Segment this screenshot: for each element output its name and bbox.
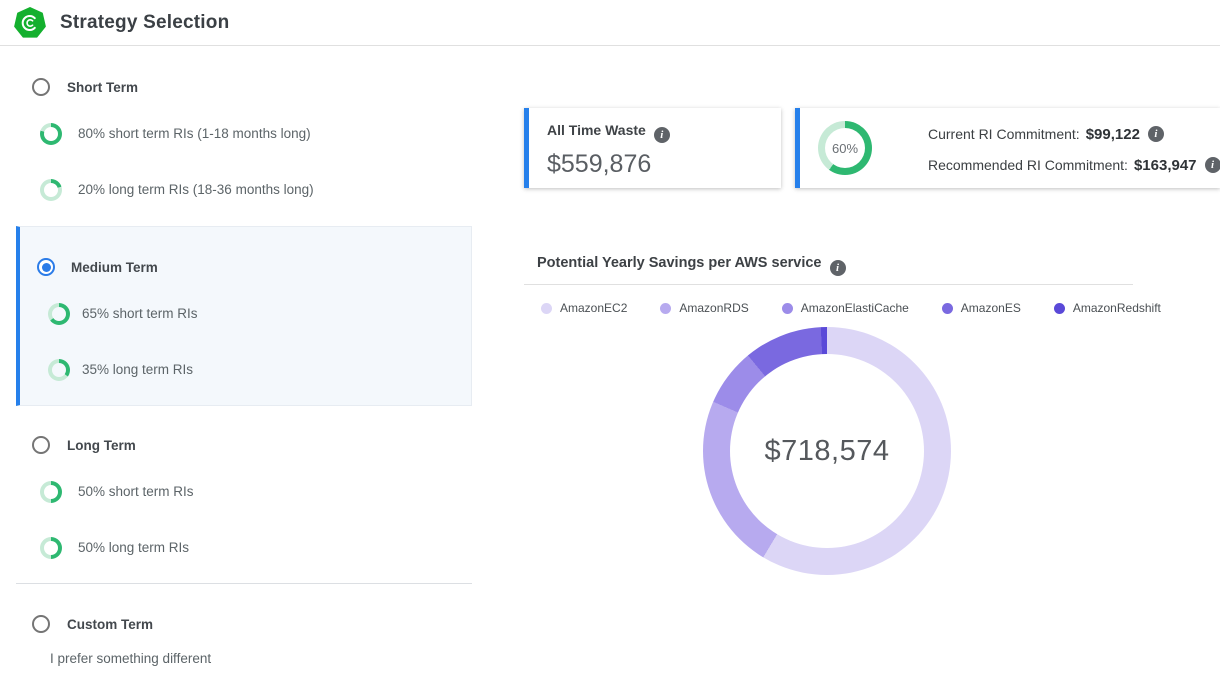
recommended-ri-commitment-row: Recommended RI Commitment: $163,947 — [928, 154, 1220, 176]
current-ri-commitment-row: Current RI Commitment: $99,122 — [928, 123, 1220, 145]
allocation-text: 50% short term RIs — [78, 481, 194, 503]
legend-item-amazonelasticache[interactable]: AmazonElastiCache — [782, 301, 909, 315]
current-ri-label: Current RI Commitment: — [928, 126, 1080, 142]
chart-title: Potential Yearly Savings per AWS service — [537, 255, 846, 276]
custom-term-description: I prefer something different — [50, 651, 211, 666]
allocation-text: 35% long term RIs — [82, 359, 193, 381]
allocation-text: 65% short term RIs — [82, 303, 198, 325]
allocation-ring — [40, 179, 62, 201]
waste-card-value: $559,876 — [547, 150, 781, 179]
legend-item-amazonec2[interactable]: AmazonEC2 — [541, 301, 627, 315]
radio-long-term[interactable] — [32, 436, 50, 454]
page-title: Strategy Selection — [60, 0, 229, 45]
waste-card-label: All Time Waste — [547, 122, 646, 138]
ri-commitment-card: 60% Current RI Commitment: $99,122 Recom… — [795, 108, 1220, 188]
allocation-ring — [40, 123, 62, 145]
strategy-label-medium-term: Medium Term — [71, 260, 158, 275]
all-time-waste-card: All Time Waste $559,876 — [524, 108, 781, 188]
recommended-ri-label: Recommended RI Commitment: — [928, 157, 1128, 173]
legend-item-amazonredshift[interactable]: AmazonRedshift — [1054, 301, 1161, 315]
allocation-text: 50% long term RIs — [78, 537, 189, 559]
info-icon[interactable] — [1148, 126, 1164, 142]
legend-label: AmazonRedshift — [1073, 301, 1161, 315]
info-icon[interactable] — [1205, 157, 1220, 173]
allocation-ring — [40, 481, 62, 503]
radio-medium-term[interactable] — [37, 258, 55, 276]
allocation-text: 80% short term RIs (1-18 months long) — [78, 123, 311, 145]
legend-label: AmazonRDS — [679, 301, 748, 315]
section-divider — [16, 583, 472, 584]
current-ri-value: $99,122 — [1086, 126, 1140, 143]
chart-title-text: Potential Yearly Savings per AWS service — [537, 255, 822, 271]
radio-custom-term[interactable] — [32, 615, 50, 633]
recommended-ri-value: $163,947 — [1134, 157, 1197, 174]
commitment-gauge: 60% — [818, 121, 872, 175]
chart-divider — [524, 284, 1133, 285]
legend-dot — [541, 303, 552, 314]
donut-center-value: $718,574 — [765, 435, 890, 468]
legend-item-amazones[interactable]: AmazonES — [942, 301, 1021, 315]
strategy-label-long-term: Long Term — [67, 438, 136, 453]
app-header: Strategy Selection — [0, 0, 1220, 46]
legend-dot — [942, 303, 953, 314]
app-logo-icon — [14, 7, 46, 39]
legend-dot — [1054, 303, 1065, 314]
strategy-label-custom-term: Custom Term — [67, 617, 153, 632]
allocation-text: 20% long term RIs (18-36 months long) — [78, 179, 314, 201]
gauge-percent-label: 60% — [818, 121, 872, 175]
info-icon[interactable] — [830, 260, 846, 276]
strategy-group-medium-term[interactable]: Medium Term 65% short term RIs 35% long … — [16, 226, 472, 406]
allocation-ring — [40, 537, 62, 559]
strategy-label-short-term: Short Term — [67, 80, 138, 95]
savings-donut-chart[interactable]: $718,574 — [703, 327, 951, 575]
legend-item-amazonrds[interactable]: AmazonRDS — [660, 301, 748, 315]
allocation-ring — [48, 359, 70, 381]
legend-label: AmazonES — [961, 301, 1021, 315]
legend-label: AmazonElastiCache — [801, 301, 909, 315]
legend-dot — [660, 303, 671, 314]
info-icon[interactable] — [654, 127, 670, 143]
legend-dot — [782, 303, 793, 314]
legend-label: AmazonEC2 — [560, 301, 627, 315]
allocation-ring — [48, 303, 70, 325]
chart-legend: AmazonEC2 AmazonRDS AmazonElastiCache Amazo… — [541, 301, 1133, 315]
donut-hole: $718,574 — [730, 354, 924, 548]
radio-short-term[interactable] — [32, 78, 50, 96]
